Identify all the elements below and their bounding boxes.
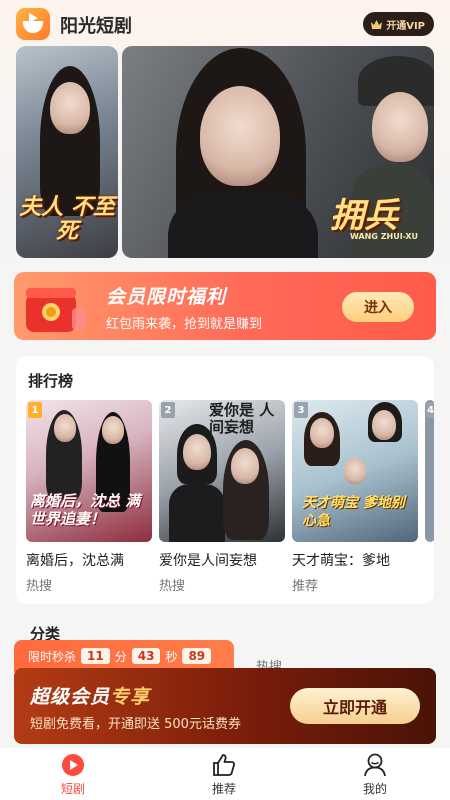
drama-title: 天才萌宝：爹地 — [292, 553, 390, 569]
drama-tag: 热搜 — [26, 579, 53, 594]
countdown-minutes: 43 — [131, 648, 161, 664]
countdown-hours: 11 — [81, 648, 110, 664]
countdown-min-unit: 分 — [114, 649, 127, 664]
carousel-poster-left[interactable]: 夫人 不至死 — [16, 46, 118, 258]
tab-label: 短剧 — [60, 782, 85, 796]
activate-now-button[interactable]: 立即开通 — [290, 688, 420, 724]
super-vip-subtitle: 短剧免费看，开通即送 500元话费券 — [30, 717, 241, 732]
drama-tag: 热搜 — [159, 579, 186, 594]
crown-icon — [370, 19, 383, 30]
open-vip-label: 开通VIP — [386, 20, 425, 32]
ranking-item-4[interactable]: 4 — [425, 400, 434, 542]
tab-mine[interactable]: 我的 — [335, 752, 415, 797]
countdown-sec-unit: 秒 — [165, 649, 178, 664]
rank-badge: 3 — [294, 402, 308, 418]
open-vip-button[interactable]: 开通VIP — [363, 12, 434, 36]
drama-cover[interactable]: 离婚后，沈总 满世界追妻！ 1 — [26, 400, 152, 542]
rank-badge: 2 — [161, 402, 175, 418]
thumbs-up-icon — [213, 754, 236, 776]
ranking-section: 排行榜 离婚后，沈总 满世界追妻！ 1 离婚后，沈总满 热搜 爱你是 人间妄想 … — [16, 356, 434, 604]
red-envelope-icon — [22, 282, 88, 334]
user-icon — [364, 753, 386, 777]
drama-title: 爱你是人间妄想 — [159, 553, 257, 569]
tab-label: 我的 — [362, 782, 387, 796]
cover-title: 离婚后，沈总 满世界追妻！ — [30, 492, 141, 528]
super-vip-title-main: 超级会员 — [30, 686, 111, 708]
rank-badge: 1 — [28, 402, 42, 418]
drama-cover[interactable]: 4 — [425, 400, 434, 542]
ranking-item-3[interactable]: 天才萌宝 爹地别心急 3 天才萌宝：爹地 推荐 — [292, 400, 418, 594]
cover-title: 爱你是 人间妄想 — [209, 401, 275, 436]
super-vip-title-accent: 专享 — [110, 686, 151, 708]
member-welfare-banner[interactable]: 会员限时福利 红包雨来袭，抢到就是赚到 进入 — [14, 272, 436, 340]
ranking-item-1[interactable]: 离婚后，沈总 满世界追妻！ 1 离婚后，沈总满 热搜 — [26, 400, 152, 594]
ranking-title: 排行榜 — [28, 372, 74, 390]
app-header: 阳光短剧 开通VIP — [0, 0, 450, 46]
cover-title: 天才萌宝 爹地别心急 — [302, 495, 405, 529]
poster-left-title: 夫人 不至死 — [19, 195, 115, 244]
drama-tag: 推荐 — [292, 579, 319, 594]
carousel-poster-main[interactable]: 拥兵 WANG ZHUI-XU — [122, 46, 434, 258]
play-circle-icon — [62, 754, 84, 776]
promo-subtitle: 红包雨来袭，抢到就是赚到 — [106, 317, 263, 332]
poster-main-subtitle: WANG ZHUI-XU — [350, 232, 419, 241]
promo-title: 会员限时福利 — [106, 286, 227, 308]
super-vip-title: 超级会员专享 — [30, 682, 150, 709]
tab-short-drama[interactable]: 短剧 — [33, 752, 113, 797]
bottom-tab-bar: 短剧 推荐 我的 — [0, 748, 450, 800]
drama-cover[interactable]: 天才萌宝 爹地别心急 3 — [292, 400, 418, 542]
tab-recommend[interactable]: 推荐 — [184, 752, 264, 797]
drama-title: 离婚后，沈总满 — [26, 553, 124, 569]
banner-carousel[interactable]: 夫人 不至死 拥兵 WANG ZHUI-XU — [0, 46, 450, 260]
flash-sale-label: 限时秒杀 — [28, 649, 77, 664]
super-vip-banner[interactable]: 超级会员专享 短剧免费看，开通即送 500元话费券 立即开通 — [14, 668, 436, 744]
app-logo-icon — [16, 8, 50, 40]
app-title: 阳光短剧 — [60, 16, 132, 37]
rank-badge: 4 — [426, 402, 434, 418]
poster-main-title: 拥兵 — [330, 196, 398, 236]
ranking-item-2[interactable]: 爱你是 人间妄想 2 爱你是人间妄想 热搜 — [159, 400, 285, 594]
countdown-seconds: 89 — [182, 648, 212, 664]
tab-label: 推荐 — [211, 782, 236, 796]
drama-cover[interactable]: 爱你是 人间妄想 2 — [159, 400, 285, 542]
enter-button[interactable]: 进入 — [342, 292, 414, 322]
